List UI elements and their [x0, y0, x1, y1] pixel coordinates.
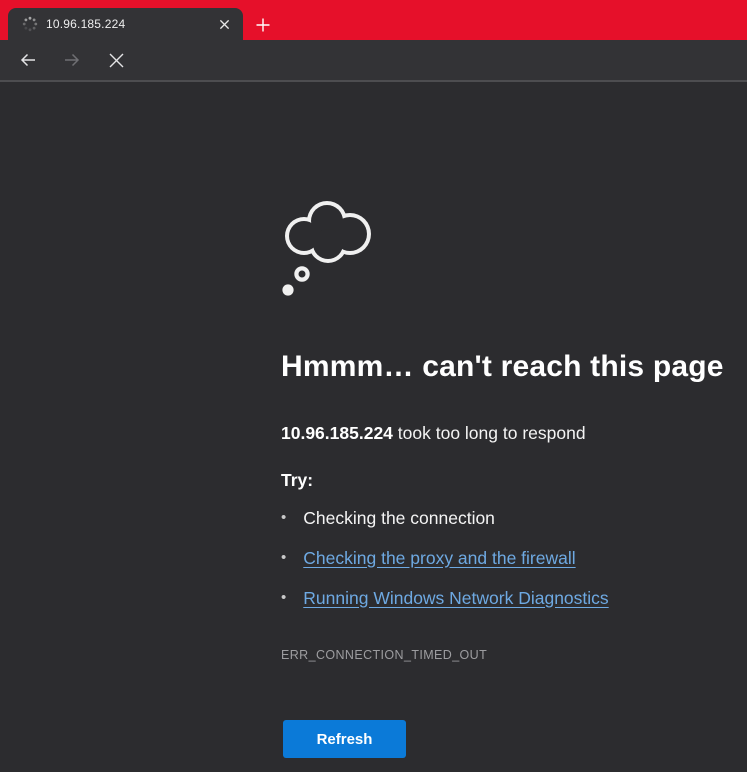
error-subtitle-rest: took too long to respond [393, 423, 586, 443]
refresh-button[interactable]: Refresh [283, 720, 406, 758]
browser-window: { "tab_strip": { "tab": { "title": "10.9… [0, 0, 747, 772]
loading-spinner-icon [22, 16, 38, 32]
plus-icon [255, 17, 271, 33]
error-heading: Hmmm… can't reach this page [281, 350, 724, 384]
suggestion-link[interactable]: Running Windows Network Diagnostics [303, 588, 608, 609]
thought-bubble-icon [277, 187, 377, 297]
suggestion-text: Checking the connection [303, 508, 495, 529]
suggestion-list: Checking the connection Checking the prox… [281, 498, 609, 618]
tab-strip: 10.96.185.224 [0, 0, 747, 40]
error-code: ERR_CONNECTION_TIMED_OUT [281, 648, 487, 662]
tab-title: 10.96.185.224 [46, 17, 215, 31]
tab-close-icon[interactable] [215, 15, 233, 33]
suggestion-link[interactable]: Checking the proxy and the firewall [303, 548, 575, 569]
try-label: Try: [281, 470, 313, 491]
error-subtitle: 10.96.185.224 took too long to respond [281, 423, 586, 444]
back-arrow-icon [18, 50, 38, 70]
navigation-toolbar: https://10.96.185.224 [0, 40, 747, 80]
error-page: Hmmm… can't reach this page 10.96.185.22… [0, 82, 747, 772]
forward-arrow-icon [62, 50, 82, 70]
suggestion-item: Checking the connection [281, 498, 609, 538]
stop-button[interactable] [98, 42, 134, 78]
new-tab-button[interactable] [251, 13, 275, 37]
suggestion-item: Checking the proxy and the firewall [281, 538, 609, 578]
forward-button[interactable] [54, 42, 90, 78]
suggestion-item: Running Windows Network Diagnostics [281, 578, 609, 618]
error-host: 10.96.185.224 [281, 423, 393, 443]
browser-tab[interactable]: 10.96.185.224 [8, 8, 243, 40]
stop-x-icon [108, 52, 125, 69]
back-button[interactable] [10, 42, 46, 78]
